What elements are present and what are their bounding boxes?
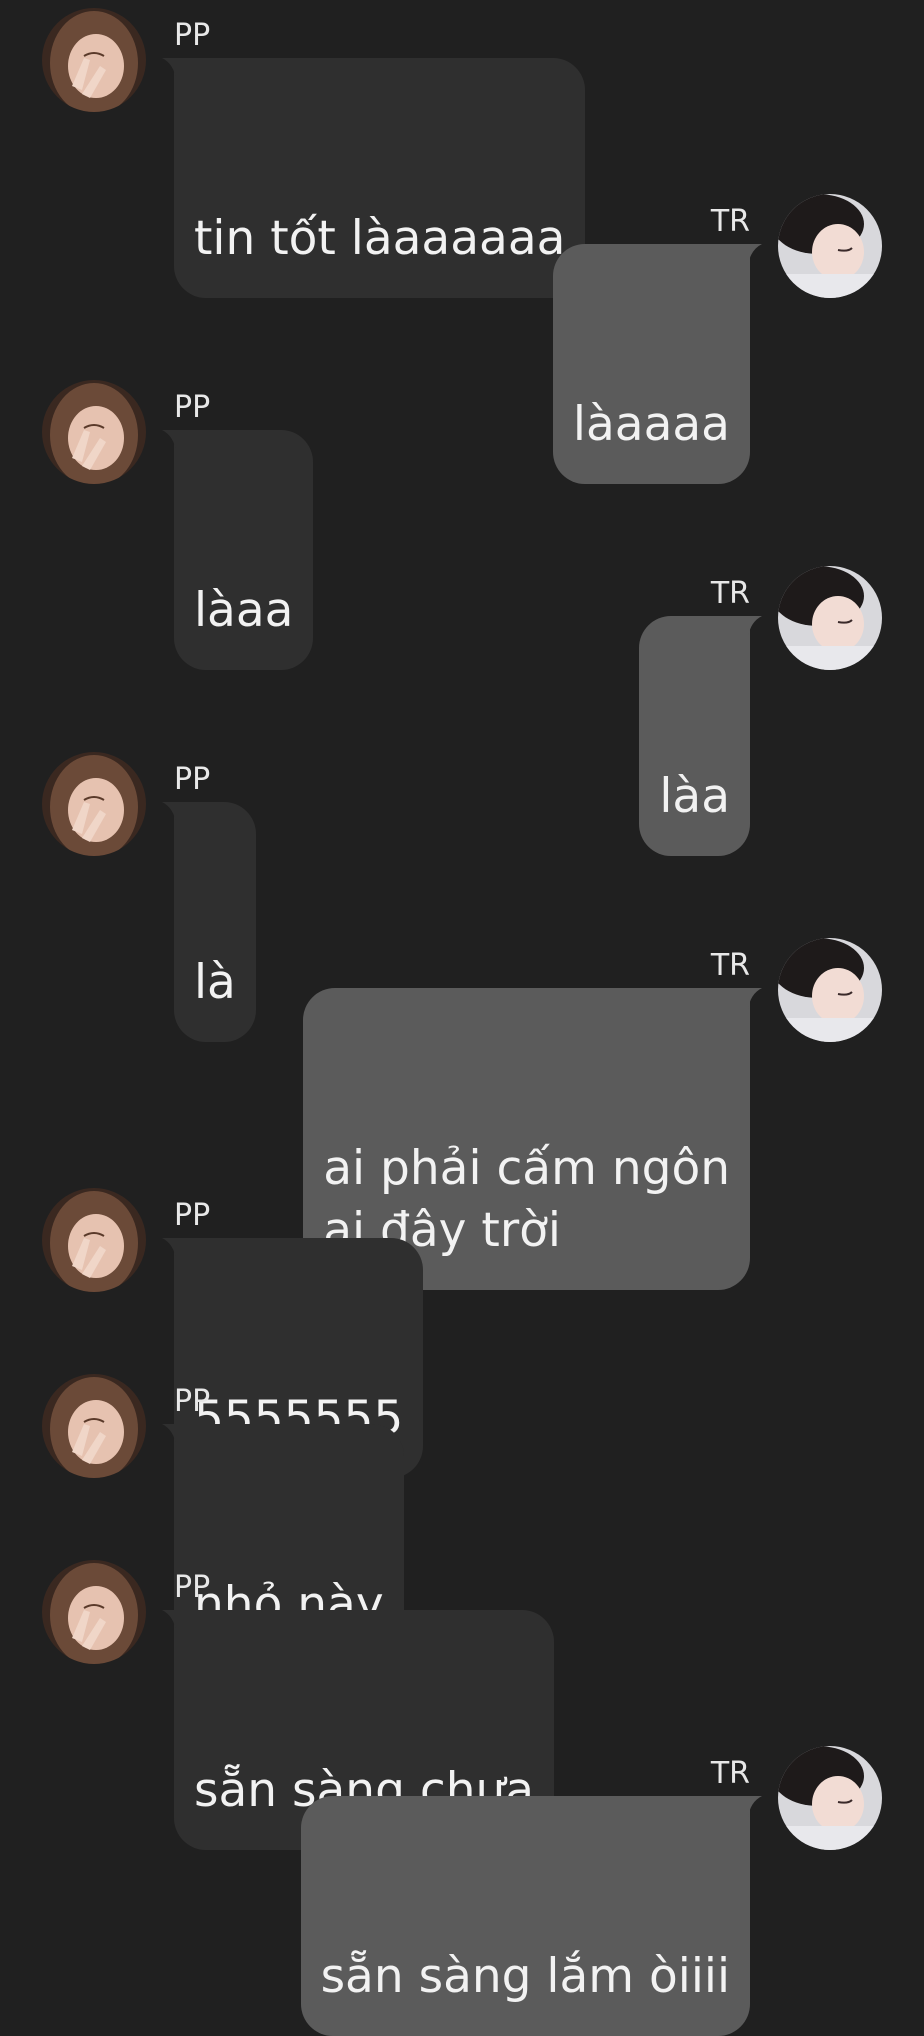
sender-name: PP [174, 1570, 211, 1605]
avatar-pp[interactable] [42, 752, 146, 856]
message-bubble[interactable]: làa [639, 616, 762, 856]
bubble-tail-icon [740, 988, 762, 1010]
girl-avatar-icon [42, 380, 146, 484]
girl-avatar-icon [42, 1560, 146, 1664]
avatar-tr[interactable] [778, 938, 882, 1042]
sender-name: TR [710, 576, 750, 611]
message-bubble[interactable]: sẵn sàng lắm òiiii [300, 1796, 762, 2036]
message-text: làa [659, 769, 730, 824]
sender-name: TR [710, 948, 750, 983]
bubble-tail-icon [162, 1610, 184, 1632]
avatar-pp[interactable] [42, 380, 146, 484]
girl-avatar-icon [42, 752, 146, 856]
avatar-tr[interactable] [778, 194, 882, 298]
avatar-pp[interactable] [42, 1188, 146, 1292]
bubble-tail-icon [740, 616, 762, 638]
message-text: làaa [194, 583, 294, 638]
bubble-tail-icon [162, 58, 184, 80]
message-text: sẵn sàng lắm òiiii [320, 1949, 730, 2004]
sender-name: TR [710, 1756, 750, 1791]
avatar-pp[interactable] [42, 1560, 146, 1664]
avatar-pp[interactable] [42, 1374, 146, 1478]
sender-name: PP [174, 1384, 211, 1419]
bubble-tail-icon [740, 244, 762, 266]
avatar-pp[interactable] [42, 8, 146, 112]
girl-avatar-icon [42, 1188, 146, 1292]
sender-name: PP [174, 762, 211, 797]
girl-avatar-icon [42, 1374, 146, 1478]
message-text: tin tốt làaaaaaa [194, 211, 566, 266]
message-bubble[interactable]: làaaaa [552, 244, 762, 484]
message-text: là [194, 955, 236, 1010]
message-bubble[interactable]: làaa [162, 430, 314, 670]
boy-avatar-icon [778, 194, 882, 298]
boy-avatar-icon [778, 566, 882, 670]
avatar-tr[interactable] [778, 1746, 882, 1850]
bubble-tail-icon [162, 802, 184, 824]
sender-name: PP [174, 18, 211, 53]
bubble-tail-icon [162, 1238, 184, 1260]
message-bubble[interactable]: tin tốt làaaaaaa [162, 58, 586, 298]
message-text: làaaaa [572, 397, 730, 452]
message-bubble[interactable]: là [162, 802, 256, 1042]
sender-name: PP [174, 1198, 211, 1233]
sender-name: TR [710, 204, 750, 239]
bubble-tail-icon [740, 1796, 762, 1818]
girl-avatar-icon [42, 8, 146, 112]
avatar-tr[interactable] [778, 566, 882, 670]
boy-avatar-icon [778, 1746, 882, 1850]
sender-name: PP [174, 390, 211, 425]
bubble-tail-icon [162, 430, 184, 452]
bubble-tail-icon [162, 1424, 184, 1446]
boy-avatar-icon [778, 938, 882, 1042]
